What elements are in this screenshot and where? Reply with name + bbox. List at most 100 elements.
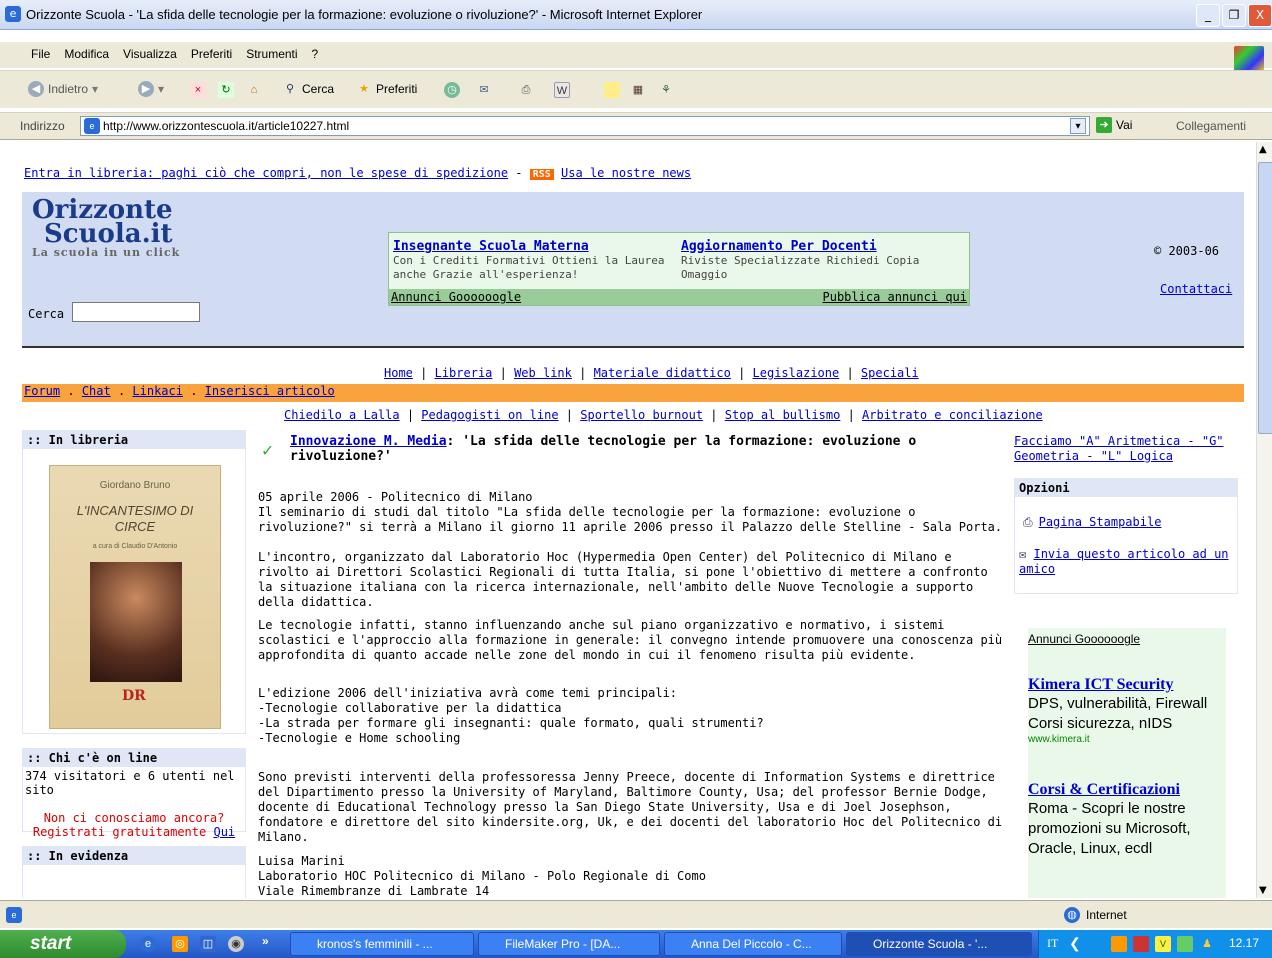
book-author: Giordano Bruno — [99, 480, 171, 491]
vertical-scrollbar[interactable]: ▲ ▼ — [1256, 142, 1272, 898]
tray-messenger-icon[interactable]: ♟ — [1199, 936, 1215, 952]
nav-web-link[interactable]: Web link — [514, 366, 572, 380]
article-paragraph-3: Le tecnologie infatti, stanno influenzan… — [258, 618, 1003, 662]
stop-icon[interactable]: × — [190, 82, 206, 98]
back-button[interactable]: ◀ Indietro ▾ — [28, 81, 98, 97]
book-painting-image — [90, 562, 182, 682]
nav-chat[interactable]: Chat — [82, 384, 111, 398]
nav-legislazione[interactable]: Legislazione — [753, 366, 840, 380]
nav-chiedilo-a-lalla[interactable]: Chiedilo a Lalla — [284, 408, 400, 422]
nav-linkaci[interactable]: Linkaci — [132, 384, 183, 398]
dropdown-arrow-icon: ▾ — [92, 82, 99, 96]
task-kronos[interactable]: kronos's femminili - ... — [290, 932, 474, 956]
ad1-title-link[interactable]: Insegnante Scuola Materna — [393, 239, 673, 254]
messenger-icon[interactable]: ⚘ — [658, 82, 674, 98]
globe-icon: ◍ — [1064, 907, 1080, 923]
menu-visualizza[interactable]: Visualizza — [116, 42, 184, 66]
scrollbar-thumb[interactable] — [1258, 162, 1272, 434]
promo-bar: Entra in libreria: paghi ciò che compri,… — [24, 166, 691, 180]
ie-icon: e — [5, 6, 21, 22]
nav-materiale-didattico[interactable]: Materiale didattico — [594, 366, 731, 380]
window-title: Orizzonte Scuola - 'La sfida delle tecno… — [26, 7, 703, 22]
register-link[interactable]: Qui — [213, 825, 235, 839]
start-button[interactable]: start — [0, 930, 126, 958]
menu-modifica[interactable]: Modifica — [57, 42, 116, 66]
send-article-link: Invia questo articolo ad un amico — [1019, 547, 1229, 576]
quicklaunch-more-icon[interactable]: » — [262, 934, 269, 948]
checkmark-icon: ✓ — [262, 440, 273, 461]
ads-header-link[interactable]: Annunci Goooooogle — [1028, 632, 1226, 646]
task-orizzonte-scuola[interactable]: Orizzonte Scuola - '... — [846, 932, 1032, 956]
rss-badge[interactable]: RSS — [529, 169, 554, 180]
nav-stop-bullismo[interactable]: Stop al bullismo — [725, 408, 841, 422]
aritmetica-link[interactable]: Facciamo "A" Aritmetica - "G" Geometria … — [1014, 434, 1242, 464]
address-dropdown-icon[interactable]: ▾ — [1070, 118, 1086, 134]
tray-app-icon[interactable] — [1111, 936, 1127, 952]
language-indicator[interactable]: IT — [1047, 936, 1058, 951]
kimera-ad-url[interactable]: www.kimera.it — [1028, 734, 1226, 745]
scroll-up-icon[interactable]: ▲ — [1259, 144, 1267, 155]
security-zone: ◍ Internet — [1064, 907, 1127, 923]
quicklaunch-app-icon[interactable]: ◎ — [172, 936, 188, 952]
page-viewport: Entra in libreria: paghi ciò che compri,… — [0, 142, 1256, 898]
search-button[interactable]: ⚲ Cerca — [282, 81, 334, 97]
nav-pedagogisti[interactable]: Pedagogisti on line — [421, 408, 558, 422]
quicklaunch-media-icon[interactable]: ◉ — [228, 936, 244, 952]
promo-link[interactable]: Entra in libreria: paghi ciò che compri,… — [24, 166, 508, 180]
article-category-link[interactable]: Innovazione M. Media — [290, 434, 447, 449]
corsi-ad-text: Roma - Scopri le nostre promozioni su Mi… — [1028, 800, 1191, 857]
menu-help[interactable]: ? — [305, 42, 326, 66]
tray-security-icon[interactable] — [1133, 936, 1149, 952]
close-button[interactable]: X — [1248, 4, 1272, 27]
tray-antivirus-icon[interactable]: V — [1155, 936, 1171, 952]
ads-by-google-link[interactable]: Annunci Goooooogle — [391, 290, 521, 304]
research-icon[interactable]: ▦ — [630, 82, 646, 98]
send-option[interactable]: ✉ Invia questo articolo ad un amico — [1019, 547, 1233, 577]
nav-libreria[interactable]: Libreria — [435, 366, 493, 380]
contact-link[interactable]: Contattaci — [1160, 282, 1232, 296]
task-filemaker[interactable]: FileMaker Pro - [DA... — [478, 932, 660, 956]
publish-ads-link[interactable]: Pubblica annunci qui — [823, 290, 968, 304]
menu-strumenti[interactable]: Strumenti — [239, 42, 304, 66]
task-anna-del-piccolo[interactable]: Anna Del Piccolo - C... — [664, 932, 842, 956]
quicklaunch-desktop-icon[interactable]: ◫ — [200, 936, 216, 952]
history-icon[interactable]: ◷ — [444, 82, 460, 98]
links-label[interactable]: Collegamenti — [1176, 119, 1246, 133]
article-paragraph-2: L'incontro, organizzato dal Laboratorio … — [258, 550, 988, 609]
home-icon[interactable]: ⌂ — [246, 82, 262, 98]
print-icon[interactable]: ⎙ — [518, 82, 534, 98]
maximize-button[interactable]: ❐ — [1222, 4, 1246, 27]
nav-home[interactable]: Home — [384, 366, 413, 380]
edit-word-icon[interactable]: W — [554, 82, 570, 98]
kimera-ad-link[interactable]: Kimera ICT Security — [1028, 676, 1226, 694]
notes-icon[interactable] — [604, 82, 620, 98]
book-cover-image[interactable]: Giordano Bruno L'INCANTESIMO DI CIRCE a … — [49, 465, 221, 729]
print-option[interactable]: ⎙ Pagina Stampabile — [1023, 515, 1161, 530]
nav-inserisci-articolo[interactable]: Inserisci articolo — [205, 384, 335, 398]
menu-preferiti[interactable]: Preferiti — [184, 42, 239, 66]
site-logo[interactable]: Orizzonte Scuola.it La scuola in un clic… — [32, 197, 180, 260]
printer-icon: ⎙ — [1023, 515, 1033, 529]
nav-arbitrato[interactable]: Arbitrato e conciliazione — [862, 408, 1043, 422]
favorites-button[interactable]: ★ Preferiti — [356, 81, 417, 97]
refresh-icon[interactable]: ↻ — [218, 82, 234, 98]
go-button[interactable]: ➜ Vai — [1096, 117, 1132, 133]
corsi-ad-link[interactable]: Corsi & Certificazioni — [1028, 781, 1226, 799]
quicklaunch-ie-icon[interactable]: e — [140, 936, 156, 952]
forward-button[interactable]: ▶ ▾ — [138, 81, 164, 97]
mail-icon[interactable]: ✉ — [476, 82, 492, 98]
nav-speciali[interactable]: Speciali — [861, 366, 919, 380]
menu-file[interactable]: File — [24, 42, 57, 66]
tray-expand-icon[interactable]: ❮ — [1069, 935, 1081, 952]
options-title: Opzioni — [1015, 479, 1237, 497]
nav-sportello-burnout[interactable]: Sportello burnout — [580, 408, 703, 422]
tray-network-icon[interactable] — [1177, 936, 1193, 952]
minimize-button[interactable]: _ — [1196, 4, 1220, 27]
rss-news-link[interactable]: Usa le nostre news — [561, 166, 691, 180]
scroll-down-icon[interactable]: ▼ — [1259, 885, 1267, 896]
site-search-input[interactable] — [72, 302, 200, 322]
nav-forum[interactable]: Forum — [24, 384, 60, 398]
ad2-title-link[interactable]: Aggiornamento Per Docenti — [681, 239, 951, 254]
google-ad-banner: Insegnante Scuola Materna Con i Crediti … — [388, 232, 970, 306]
address-input[interactable]: e http://www.orizzontescuola.it/article1… — [80, 116, 1090, 136]
